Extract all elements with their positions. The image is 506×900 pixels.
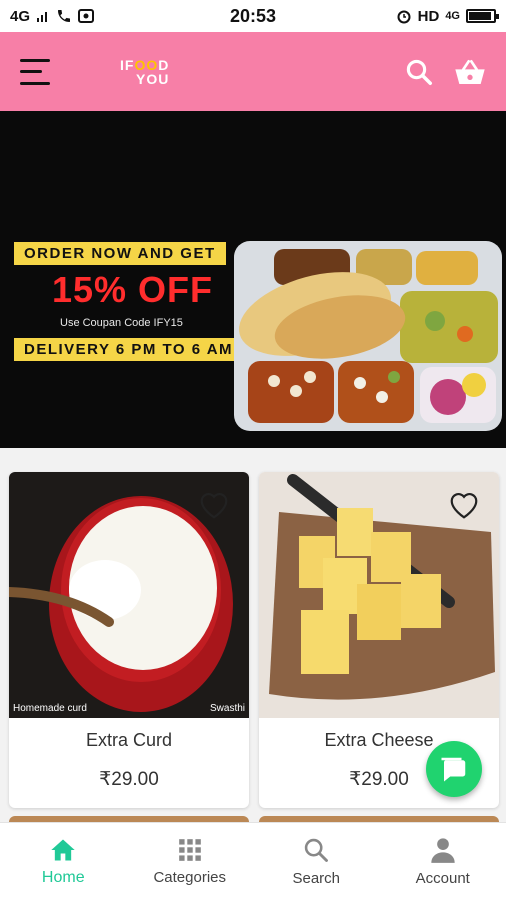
- nav-search[interactable]: Search: [253, 823, 380, 900]
- promo-delivery-hours: DELIVERY 6 PM TO 6 AM: [14, 338, 244, 361]
- app-logo[interactable]: IFOOD YOU: [120, 58, 169, 86]
- hd-label: HD: [417, 7, 440, 25]
- image-credit: Swasthi: [209, 703, 245, 714]
- nav-label: Account: [415, 870, 470, 887]
- alarm-icon: [397, 10, 411, 24]
- photo-icon: [78, 9, 95, 23]
- promo-banner[interactable]: ORDER NOW AND GET 15% OFF Use Coupan Cod…: [0, 111, 506, 448]
- status-bar: 4G 20:53 HD 4G: [0, 0, 506, 32]
- heart-icon[interactable]: [447, 490, 481, 520]
- chat-button[interactable]: [426, 741, 482, 797]
- bottom-navigation: Home Categories Search Account: [0, 822, 506, 900]
- network-label-right: 4G: [445, 10, 460, 22]
- person-icon: [431, 838, 455, 863]
- nav-categories[interactable]: Categories: [127, 823, 254, 900]
- phone-icon: [58, 10, 71, 22]
- promo-discount: 15% OFF: [52, 269, 214, 310]
- home-icon: [51, 839, 75, 860]
- promo-code-text: Use Coupan Code IFY15: [60, 317, 183, 329]
- search-icon[interactable]: [404, 57, 434, 87]
- grid-icon: [178, 839, 201, 861]
- nav-home[interactable]: Home: [0, 823, 127, 900]
- chat-icon: [441, 757, 466, 782]
- search-icon: [305, 838, 329, 862]
- app-bar: IFOOD YOU: [0, 32, 506, 111]
- nav-label: Search: [292, 870, 341, 887]
- hamburger-icon[interactable]: [20, 58, 54, 85]
- clock: 20:53: [229, 5, 277, 26]
- image-caption: Homemade curd: [13, 703, 87, 714]
- product-name: Extra Curd: [85, 730, 173, 750]
- product-card[interactable]: Homemade curd Swasthi Extra Curd ₹29.00: [9, 472, 249, 808]
- product-price: ₹29.00: [99, 769, 159, 790]
- nav-account[interactable]: Account: [380, 823, 506, 900]
- thali-image: [234, 241, 502, 431]
- nav-label: Categories: [153, 869, 227, 886]
- basket-icon[interactable]: [454, 57, 486, 87]
- nav-label: Home: [41, 868, 85, 886]
- network-label: 4G: [10, 7, 31, 25]
- promo-headline: ORDER NOW AND GET: [14, 242, 226, 265]
- battery-icon: [466, 9, 499, 23]
- signal-icon: [37, 12, 48, 22]
- heart-icon[interactable]: [197, 490, 231, 520]
